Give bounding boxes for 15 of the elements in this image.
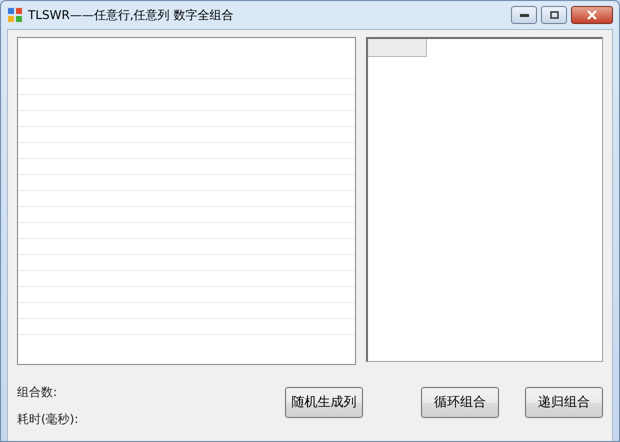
action-button[interactable]: 循环组合 bbox=[421, 387, 499, 418]
window-title: TLSWR——任意行,任意列 数字全组合 bbox=[28, 7, 234, 24]
field-label: 组合数: bbox=[17, 384, 58, 401]
minimize-icon bbox=[520, 14, 528, 16]
close-icon bbox=[586, 10, 598, 20]
action-button[interactable]: 递归组合 bbox=[525, 387, 603, 418]
close-button[interactable] bbox=[571, 6, 613, 24]
data-grid[interactable] bbox=[366, 37, 603, 362]
minimize-button[interactable] bbox=[511, 6, 537, 24]
maximize-icon bbox=[550, 11, 558, 19]
maximize-button[interactable] bbox=[541, 6, 567, 24]
action-button[interactable]: 随机生成列 bbox=[285, 387, 363, 418]
grid-header-cell bbox=[368, 39, 428, 57]
field-label: 耗时(毫秒): bbox=[17, 411, 80, 428]
app-icon bbox=[8, 8, 22, 22]
